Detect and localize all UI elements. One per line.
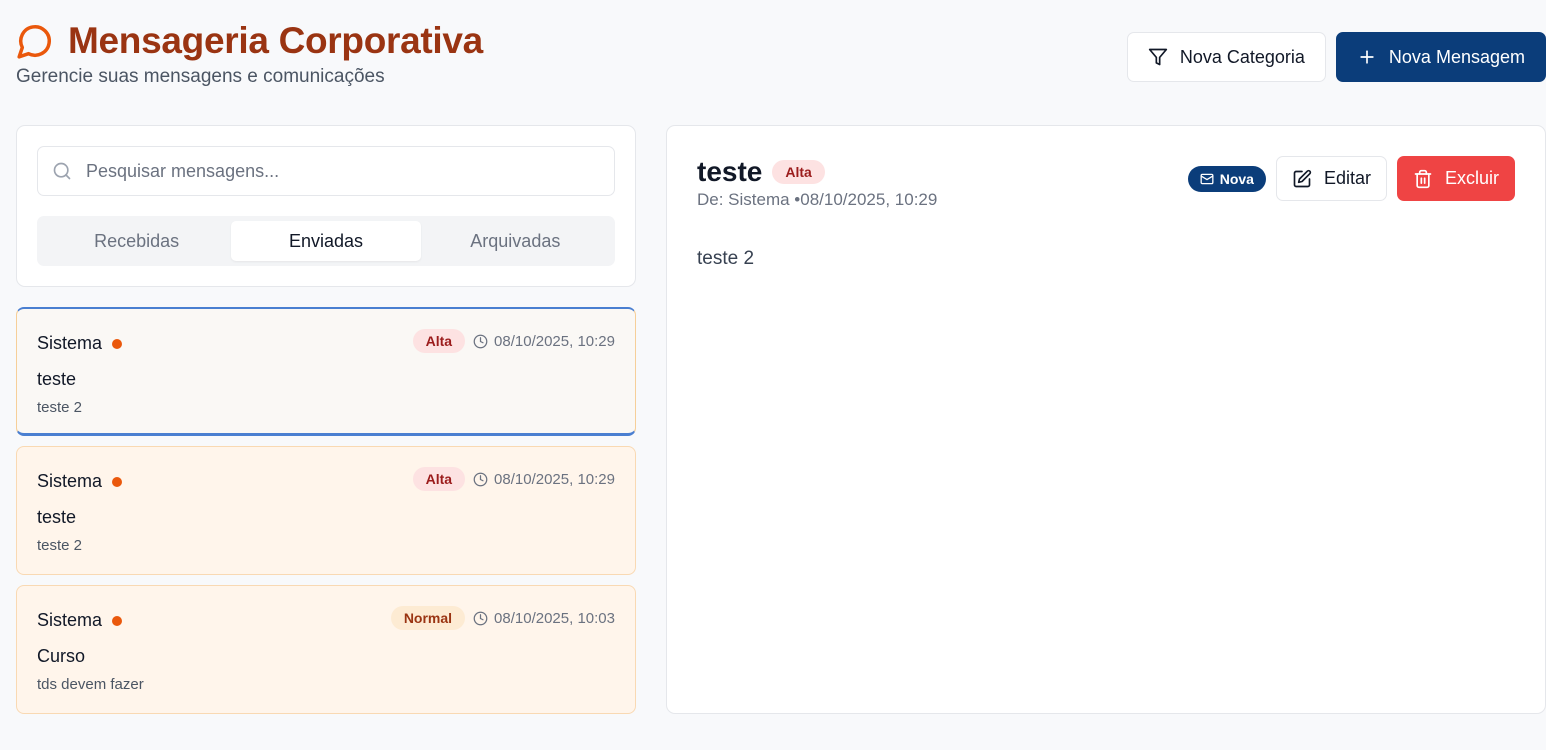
top-actions: Nova Categoria Nova Mensagem	[1126, 32, 1546, 82]
search-icon	[52, 161, 72, 181]
tab-arquivadas[interactable]: Arquivadas	[421, 221, 610, 261]
edit-label: Editar	[1323, 168, 1371, 188]
page-subtitle: Gerencie suas mensagens e comunicações	[16, 66, 385, 87]
message-sender: Sistema	[37, 471, 103, 491]
message-date-text: 08/10/2025, 10:29	[494, 332, 615, 350]
new-category-button[interactable]: Nova Categoria	[1126, 32, 1326, 82]
chat-bubble-icon	[16, 22, 54, 60]
message-subject: teste	[37, 369, 77, 389]
detail-title: teste	[697, 156, 763, 187]
message-date-text: 08/10/2025, 10:29	[494, 470, 615, 488]
message-sender-row: Sistema	[37, 471, 123, 492]
message-subject: Curso	[37, 646, 86, 666]
message-preview: tds devem fazer	[37, 676, 144, 693]
page-header: Mensageria Corporativa Gerencie suas men…	[16, 20, 483, 88]
priority-badge: Alta	[412, 329, 466, 353]
message-item[interactable]: Sistema Alta 08/10/2025, 10:29 teste tes…	[16, 307, 636, 436]
search-input[interactable]	[86, 160, 566, 182]
delete-button[interactable]: Excluir	[1396, 156, 1515, 201]
message-item[interactable]: Sistema Alta 08/10/2025, 10:29 teste tes…	[16, 446, 636, 575]
message-preview: teste 2	[37, 399, 83, 416]
detail-body: teste 2	[697, 248, 755, 269]
unread-dot	[112, 338, 123, 349]
unread-dot	[112, 476, 123, 487]
message-tabs: Recebidas Enviadas Arquivadas	[37, 216, 615, 266]
edit-button[interactable]: Editar	[1275, 156, 1387, 201]
message-item[interactable]: Sistema Normal 08/10/2025, 10:03 Curso t…	[16, 585, 636, 714]
search-box	[37, 146, 615, 196]
detail-priority-badge: Alta	[772, 160, 825, 184]
message-date: 08/10/2025, 10:03	[473, 610, 615, 627]
clock-icon	[473, 472, 488, 487]
edit-icon	[1292, 169, 1312, 189]
new-category-label: Nova Categoria	[1179, 46, 1305, 67]
priority-badge: Alta	[412, 467, 466, 491]
detail-title-row: teste Alta	[697, 156, 825, 188]
status-badge: Nova	[1187, 165, 1266, 192]
delete-label: Excluir	[1444, 168, 1499, 188]
message-detail-panel: teste Alta De: Sistema •08/10/2025, 10:2…	[666, 125, 1546, 714]
message-sender-row: Sistema	[37, 333, 123, 354]
message-sender-row: Sistema	[37, 610, 123, 631]
message-sender: Sistema	[37, 333, 103, 353]
filter-icon	[1148, 47, 1168, 67]
filter-card: Recebidas Enviadas Arquivadas	[16, 125, 636, 287]
tab-enviadas[interactable]: Enviadas	[231, 221, 421, 261]
message-date-text: 08/10/2025, 10:03	[494, 609, 615, 627]
mail-icon	[1200, 172, 1214, 186]
message-preview: teste 2	[37, 537, 83, 554]
detail-actions: Nova Editar Excluir	[1187, 156, 1515, 201]
status-badge-label: Nova	[1219, 170, 1254, 187]
trash-icon	[1413, 169, 1433, 189]
new-message-button[interactable]: Nova Mensagem	[1335, 32, 1546, 82]
detail-meta: De: Sistema •08/10/2025, 10:29	[697, 190, 938, 209]
clock-icon	[473, 334, 488, 349]
new-message-label: Nova Mensagem	[1388, 46, 1525, 67]
message-meta: Alta 08/10/2025, 10:29	[412, 329, 615, 353]
message-meta: Normal 08/10/2025, 10:03	[390, 606, 615, 630]
unread-dot	[112, 615, 123, 626]
message-meta: Alta 08/10/2025, 10:29	[412, 467, 615, 491]
message-date: 08/10/2025, 10:29	[473, 333, 615, 350]
plus-icon	[1357, 47, 1377, 67]
clock-icon	[473, 611, 488, 626]
priority-badge: Normal	[390, 606, 466, 630]
message-sender: Sistema	[37, 610, 103, 630]
message-date: 08/10/2025, 10:29	[473, 471, 615, 488]
page-title: Mensageria Corporativa	[68, 20, 483, 61]
tab-recebidas[interactable]: Recebidas	[42, 221, 231, 261]
message-subject: teste	[37, 507, 77, 527]
